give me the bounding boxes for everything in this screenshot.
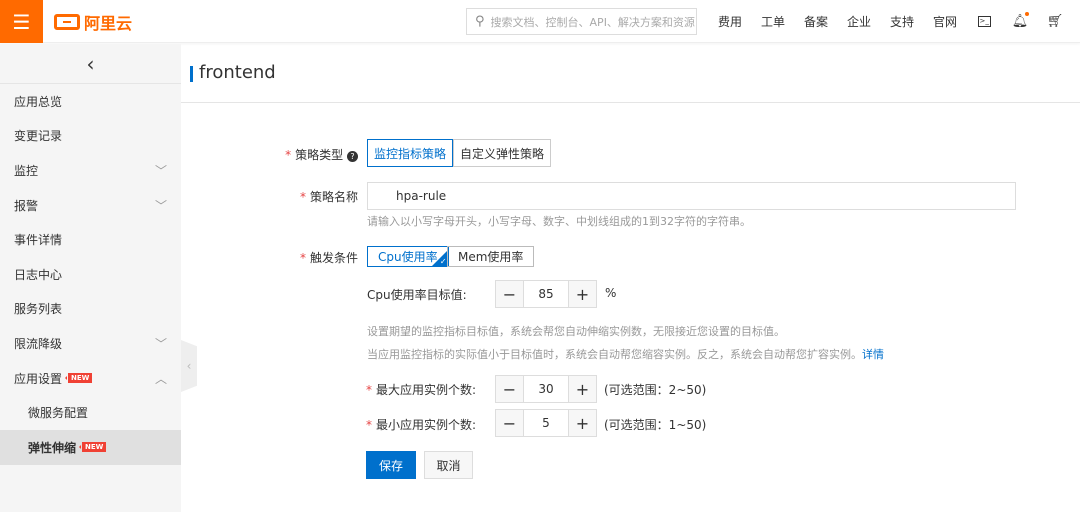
bell-icon[interactable]: 🔔︎: [1011, 12, 1029, 30]
nav-support[interactable]: 支持: [890, 0, 914, 43]
policy-name-label: * 策略名称: [299, 190, 358, 204]
label: 事件详情: [14, 233, 63, 248]
sidebar-item-overview[interactable]: 应用总览: [0, 84, 181, 119]
percent-unit: %: [605, 286, 617, 300]
sidebar-item-autoscaling[interactable]: 弹性伸缩 NEW: [0, 429, 181, 465]
top-bar: ☰ 阿里云 ⚲ 搜索文档、控制台、API、解决方案和资源 费用 工单 备案 企业 …: [0, 0, 1080, 43]
terminal-icon[interactable]: >_: [975, 12, 993, 30]
chevron-up-icon: ︿: [154, 371, 167, 386]
increment-button[interactable]: +: [569, 410, 596, 436]
label: Cpu使用率: [378, 250, 438, 264]
label: 变更记录: [14, 129, 63, 144]
nav-fees[interactable]: 费用: [718, 0, 742, 43]
cancel-button[interactable]: 取消: [424, 451, 473, 479]
policy-type-selector: 监控指标策略 自定义弹性策略: [367, 139, 552, 167]
hint-1: 设置期望的监控指标目标值，系统会帮您自动伸缩实例数，无限接近您设置的目标值。: [367, 325, 785, 338]
max-range-hint: (可选范围：2~50): [604, 383, 707, 397]
logo-text: 阿里云: [84, 14, 133, 33]
decrement-button[interactable]: −: [496, 281, 523, 307]
trigger-label: * 触发条件: [299, 251, 358, 265]
policy-type-metric[interactable]: 监控指标策略: [367, 139, 454, 167]
label: 微服务配置: [28, 406, 89, 421]
policy-type-label: * 策略类型 ?: [0, 146, 358, 163]
check-icon: ✓: [439, 257, 447, 266]
save-button[interactable]: 保存: [366, 451, 416, 479]
search-icon: ⚲: [475, 14, 485, 29]
nav-tickets[interactable]: 工单: [761, 0, 785, 43]
trigger-mem[interactable]: Mem使用率: [447, 246, 535, 267]
decrement-button[interactable]: −: [496, 376, 523, 402]
min-instances-stepper: − 5 +: [495, 409, 597, 437]
sidebar-item-services[interactable]: 服务列表: [0, 292, 181, 327]
label: Mem使用率: [458, 250, 524, 264]
decrement-button[interactable]: −: [496, 410, 523, 436]
collapse-sidebar-handle[interactable]: ‹: [181, 340, 197, 392]
new-badge: NEW: [78, 442, 107, 453]
label: 应用设置: [14, 371, 63, 386]
label: 监控: [14, 163, 39, 178]
search-input[interactable]: ⚲ 搜索文档、控制台、API、解决方案和资源: [466, 8, 697, 35]
label: 服务列表: [14, 302, 63, 317]
page-title: frontend: [199, 62, 276, 83]
details-link[interactable]: 详情: [862, 348, 884, 361]
label: 日志中心: [14, 267, 63, 282]
max-instances-label: * 最大应用实例个数:: [366, 383, 477, 397]
chevron-down-icon: ﹀: [154, 336, 167, 351]
title-accent-bar: [190, 66, 193, 82]
cpu-target-input[interactable]: 85: [523, 281, 569, 307]
hint-2: 当应用监控指标的实际值小于目标值时，系统会自动帮您缩容实例。反之，系统会自动帮您…: [367, 348, 884, 361]
logo[interactable]: 阿里云: [54, 11, 132, 33]
back-chevron-icon[interactable]: ‹: [0, 44, 181, 84]
new-badge: NEW: [64, 373, 93, 384]
nav-filing[interactable]: 备案: [804, 0, 828, 43]
help-icon[interactable]: ?: [347, 151, 358, 162]
policy-name-input[interactable]: hpa-rule: [367, 182, 1016, 210]
sidebar-item-app-settings[interactable]: 应用设置 NEW ︿: [0, 361, 181, 396]
search-placeholder: 搜索文档、控制台、API、解决方案和资源: [490, 15, 695, 29]
min-instances-input[interactable]: 5: [523, 410, 569, 436]
increment-button[interactable]: +: [569, 281, 596, 307]
cpu-target-label: Cpu使用率目标值:: [367, 288, 467, 302]
label: 弹性伸缩: [28, 440, 77, 455]
cpu-target-stepper: − 85 +: [495, 280, 597, 308]
sidebar-item-throttling[interactable]: 限流降级 ﹀: [0, 326, 181, 361]
cart-icon[interactable]: 🛒︎: [1046, 12, 1064, 30]
max-instances-stepper: − 30 +: [495, 375, 597, 403]
trigger-cpu[interactable]: Cpu使用率 ✓: [367, 246, 449, 267]
label: 应用总览: [14, 94, 63, 109]
policy-name-hint: 请输入以小写字母开头，小写字母、数字、中划线组成的1到32字符的字符串。: [367, 215, 751, 228]
menu-icon[interactable]: ☰: [0, 0, 43, 43]
label: 限流降级: [14, 336, 63, 351]
policy-type-custom[interactable]: 自定义弹性策略: [453, 139, 552, 167]
min-instances-label: * 最小应用实例个数:: [366, 418, 477, 432]
increment-button[interactable]: +: [569, 376, 596, 402]
logo-mark-icon: [54, 14, 80, 30]
sidebar: ‹ 应用总览 变更记录 监控 ﹀ 报警 ﹀ 事件详情 日志中心 服务列表 限流降级 ﹀…: [0, 44, 181, 512]
notification-dot: [1025, 12, 1029, 16]
nav-website[interactable]: 官网: [933, 0, 957, 43]
chevron-down-icon: ﹀: [154, 163, 167, 178]
page-header: frontend: [181, 44, 1080, 103]
min-range-hint: (可选范围：1~50): [604, 418, 707, 432]
sidebar-item-microservice-config[interactable]: 微服务配置: [0, 395, 181, 430]
max-instances-input[interactable]: 30: [523, 376, 569, 402]
nav-enterprise[interactable]: 企业: [847, 0, 871, 43]
